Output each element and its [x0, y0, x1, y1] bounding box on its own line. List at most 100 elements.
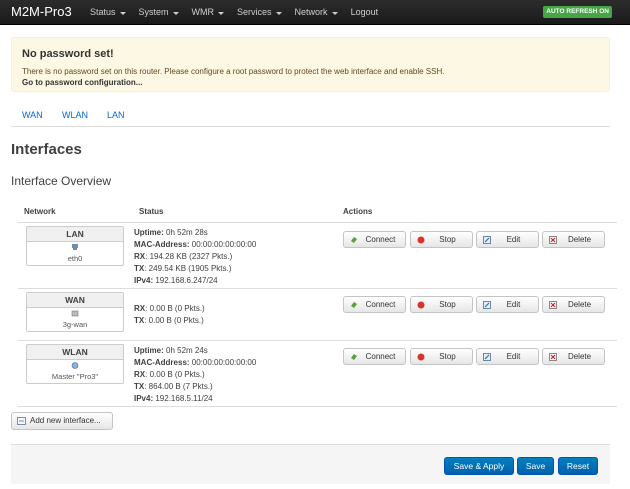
button-label: Edit [506, 235, 521, 244]
stop-button[interactable]: Stop [410, 231, 473, 248]
status-line: TX: 864.00 B (7 Pkts.) [134, 382, 213, 391]
password-config-link[interactable]: Go to password configuration... [22, 78, 142, 87]
interface-badge-wlan[interactable]: WLAN Master "Pro3" [26, 344, 124, 384]
interface-name: LAN [27, 227, 123, 242]
interface-status: Uptime: 0h 52m 24s MAC-Address: 00:00:00… [134, 345, 256, 405]
menu-logout[interactable]: Logout [351, 0, 379, 25]
table-row: WLAN Master "Pro3" Uptime: 0h 52m 24s MA… [18, 341, 617, 407]
interfaces-table: Network Status Actions LAN eth0 Uptime: … [18, 201, 617, 408]
section-title: Interface Overview [11, 174, 112, 188]
status-line: RX: 0.00 B (0 Pkts.) [134, 304, 205, 313]
menu-network[interactable]: Network [295, 0, 338, 25]
tab-wlan[interactable]: WLAN [62, 110, 88, 120]
menu-label: Network [294, 7, 328, 17]
menu-label: System [138, 7, 169, 17]
main-menu: Status System WMR Services Network Logou… [90, 0, 391, 25]
tab-lan[interactable]: LAN [107, 110, 125, 120]
status-line: IPv4: 192.168.5.11/24 [134, 394, 213, 403]
button-label: Stop [439, 352, 456, 361]
header-network: Network [24, 207, 56, 216]
menu-label: WMR [191, 7, 215, 17]
caret-down-icon [331, 11, 338, 15]
button-label: Add new interface... [30, 416, 101, 425]
status-line: TX: 249.54 KB (1905 Pkts.) [134, 264, 232, 273]
save-button[interactable]: Save [517, 457, 554, 475]
interface-status: Uptime: 0h 52m 28s MAC-Address: 00:00:00… [134, 227, 256, 287]
status-line: TX: 0.00 B (0 Pkts.) [134, 316, 204, 325]
no-password-alert: No password set! There is no password se… [11, 37, 610, 92]
wifi-icon [71, 362, 79, 369]
status-line: RX: 0.00 B (0 Pkts.) [134, 370, 205, 379]
top-navbar: M2M-Pro3 Status System WMR Services Netw… [0, 0, 630, 25]
stop-button[interactable]: Stop [410, 296, 473, 313]
edit-button[interactable]: Edit [476, 348, 539, 365]
table-header: Network Status Actions [18, 201, 617, 223]
delete-button[interactable]: Delete [542, 231, 605, 248]
interface-device-box: 3g-wan [27, 308, 123, 331]
header-actions: Actions [343, 207, 373, 216]
button-label: Connect [365, 235, 396, 244]
button-label: Connect [365, 352, 396, 361]
stop-button[interactable]: Stop [410, 348, 473, 365]
menu-label: Status [90, 7, 116, 17]
interface-status: RX: 0.00 B (0 Pkts.) TX: 0.00 B (0 Pkts.… [134, 303, 205, 327]
interface-device: 3g-wan [62, 320, 88, 329]
interface-device: eth0 [67, 254, 83, 263]
button-label: Connect [365, 300, 396, 309]
button-label: Delete [567, 300, 592, 309]
button-label: Delete [567, 352, 592, 361]
edit-button[interactable]: Edit [476, 231, 539, 248]
page-title: Interfaces [11, 141, 82, 158]
save-apply-button[interactable]: Save & Apply [444, 457, 514, 475]
modem-icon [71, 310, 79, 317]
caret-down-icon [172, 11, 179, 15]
header-status: Status [139, 207, 164, 216]
button-label: Edit [506, 300, 521, 309]
button-label: Delete [567, 235, 592, 244]
delete-button[interactable]: Delete [542, 296, 605, 313]
brand-title[interactable]: M2M-Pro3 [11, 4, 72, 19]
interface-badge-lan[interactable]: LAN eth0 [26, 226, 124, 266]
ethernet-icon [72, 244, 78, 250]
status-line: MAC-Address: 00:00:00:00:00:00 [134, 240, 257, 249]
alert-title: No password set! [22, 48, 114, 60]
interface-tabs: WAN WLAN LAN [11, 104, 610, 127]
caret-down-icon [218, 11, 225, 15]
interface-badge-wan[interactable]: WAN 3g-wan [26, 292, 124, 332]
tab-wan[interactable]: WAN [22, 110, 43, 120]
connect-button[interactable]: Connect [343, 231, 406, 248]
connect-button[interactable]: Connect [343, 296, 406, 313]
edit-button[interactable]: Edit [476, 296, 539, 313]
alert-text: There is no password set on this router.… [22, 67, 445, 76]
interface-device-box: Master "Pro3" [27, 360, 123, 383]
connect-button[interactable]: Connect [343, 348, 406, 365]
caret-down-icon [275, 11, 282, 15]
add-icon [17, 417, 26, 425]
status-line: IPv4: 192.168.6.247/24 [134, 276, 218, 285]
status-line: Uptime: 0h 52m 24s [134, 346, 208, 355]
status-line: RX: 194.28 KB (2327 Pkts.) [134, 252, 233, 261]
menu-label: Logout [350, 7, 379, 17]
interface-device-box: eth0 [27, 242, 123, 265]
button-label: Stop [439, 300, 456, 309]
menu-services[interactable]: Services [237, 0, 282, 25]
form-actions: Save & Apply Save Reset [11, 444, 610, 484]
auto-refresh-badge[interactable]: AUTO REFRESH ON [543, 6, 612, 18]
menu-wmr[interactable]: WMR [192, 0, 225, 25]
interface-name: WLAN [27, 345, 123, 360]
delete-button[interactable]: Delete [542, 348, 605, 365]
menu-label: Services [237, 7, 272, 17]
interface-device: Master "Pro3" [51, 372, 99, 381]
menu-status[interactable]: Status [90, 0, 126, 25]
button-label: Stop [439, 235, 456, 244]
status-line: MAC-Address: 00:00:00:00:00:00 [134, 358, 257, 367]
table-row: LAN eth0 Uptime: 0h 52m 28s MAC-Address:… [18, 223, 617, 289]
table-row: WAN 3g-wan RX: 0.00 B (0 Pkts.) TX: 0.00… [18, 289, 617, 341]
button-label: Edit [506, 352, 521, 361]
menu-system[interactable]: System [139, 0, 179, 25]
caret-down-icon [119, 11, 126, 15]
add-interface-button[interactable]: Add new interface... [11, 412, 113, 430]
status-line: Uptime: 0h 52m 28s [134, 228, 208, 237]
reset-button[interactable]: Reset [558, 457, 598, 475]
interface-name: WAN [27, 293, 123, 308]
